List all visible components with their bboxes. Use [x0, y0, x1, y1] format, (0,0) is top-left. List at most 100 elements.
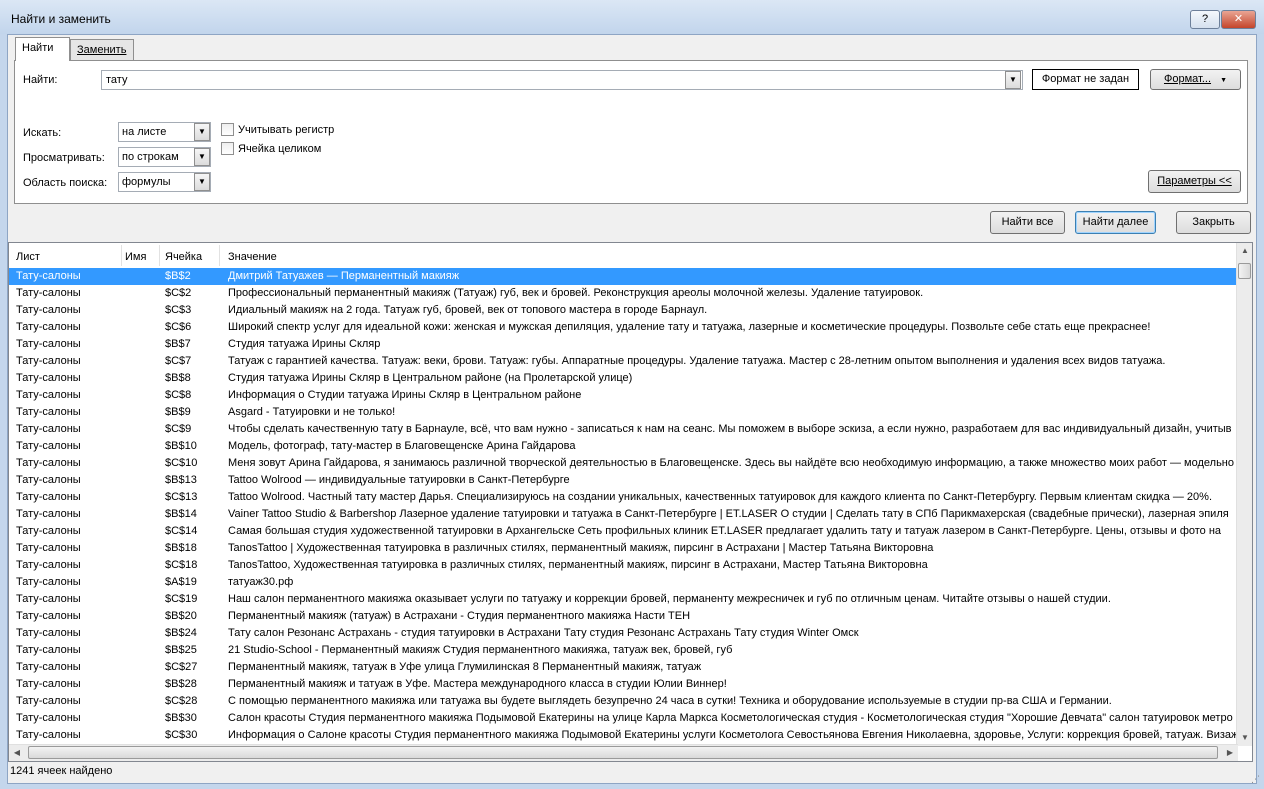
col-name-header[interactable]: Имя [125, 251, 146, 263]
column-divider[interactable] [159, 245, 160, 266]
find-next-button[interactable]: Найти далее [1075, 211, 1156, 234]
cell-sheet: Тату-салоны [16, 695, 81, 707]
table-row[interactable]: Тату-салоны $C$3 Идиальный макияж на 2 год… [9, 302, 1238, 319]
resize-grip-icon[interactable]: ⋰ [1251, 774, 1260, 785]
find-all-button[interactable]: Найти все [990, 211, 1065, 234]
table-row[interactable]: Тату-салоны $C$19 Наш салон перманентного … [9, 591, 1238, 608]
find-input-value: тату [106, 74, 128, 86]
cell-address: $B$2 [165, 270, 191, 282]
entire-cell-label[interactable]: Ячейка целиком [238, 143, 321, 155]
table-row[interactable]: Тату-салоны $B$20 Перманентный макияж (тат… [9, 608, 1238, 625]
vertical-scrollbar[interactable]: ▲ ▼ [1236, 243, 1252, 746]
results-list[interactable]: Лист Имя Ячейка Значение Тату-салоны $B$2… [8, 242, 1253, 762]
table-row[interactable]: Тату-салоны $B$7 Студия татуажа Ирины Скля… [9, 336, 1238, 353]
table-row[interactable]: Тату-салоны $A$19 татуаж30.рф [9, 574, 1238, 591]
find-input[interactable]: тату [101, 70, 1023, 90]
table-row[interactable]: Тату-салоны $C$2 Профессиональный перманен… [9, 285, 1238, 302]
cell-value: Наш салон перманентного макияжа оказывае… [228, 593, 1111, 605]
cell-sheet: Тату-салоны [16, 559, 81, 571]
tab-find-label: Найти [22, 42, 54, 54]
search-order-select[interactable]: по строкам ▼ [118, 147, 211, 167]
scroll-up-icon[interactable]: ▲ [1237, 243, 1252, 259]
scroll-left-icon[interactable]: ◀ [9, 745, 25, 761]
col-value-header[interactable]: Значение [228, 251, 277, 263]
cell-address: $C$6 [165, 321, 192, 333]
horizontal-scrollbar[interactable]: ◀ ▶ [9, 744, 1238, 761]
tab-replace[interactable]: Заменить [70, 39, 134, 60]
col-sheet-header[interactable]: Лист [16, 251, 40, 263]
table-row[interactable]: Тату-салоны $C$27 Перманентный макияж, тат… [9, 659, 1238, 676]
cell-sheet: Тату-салоны [16, 627, 81, 639]
table-row[interactable]: Тату-салоны $C$28 С помощью перманентного … [9, 693, 1238, 710]
cell-value: Перманентный макияж и татуаж в Уфе. Маст… [228, 678, 727, 690]
cell-address: $B$30 [165, 712, 197, 724]
vertical-scroll-thumb[interactable] [1238, 263, 1251, 279]
find-history-dropdown[interactable]: ▼ [1005, 71, 1021, 89]
options-toggle-button[interactable]: Параметры << [1148, 170, 1241, 193]
cell-value: Tattoo Wolrood. Частный тату мастер Дарь… [228, 491, 1213, 503]
cell-sheet: Тату-салоны [16, 355, 81, 367]
cell-address: $C$13 [165, 491, 198, 503]
table-row[interactable]: Тату-салоны $B$2 Дмитрий Татуажев — Перман… [9, 268, 1238, 285]
cell-sheet: Тату-салоны [16, 304, 81, 316]
cell-address: $B$9 [165, 406, 191, 418]
horizontal-scroll-thumb[interactable] [28, 746, 1218, 759]
close-window-button[interactable]: ✕ [1221, 10, 1256, 29]
cell-address: $C$14 [165, 525, 198, 537]
table-row[interactable]: Тату-салоны $B$14 Vainer Tattoo Studio & B… [9, 506, 1238, 523]
cell-value: Чтобы сделать качественную тату в Барнау… [228, 423, 1232, 435]
match-case-checkbox[interactable] [221, 123, 234, 136]
table-row[interactable]: Тату-салоны $B$24 Тату салон Резонанс Астр… [9, 625, 1238, 642]
table-row[interactable]: Тату-салоны $B$18 TanosTattoo | Художестве… [9, 540, 1238, 557]
cell-sheet: Тату-салоны [16, 270, 81, 282]
cell-address: $C$28 [165, 695, 198, 707]
table-row[interactable]: Тату-салоны $B$9 Asgard - Татуировки и не … [9, 404, 1238, 421]
cell-sheet: Тату-салоны [16, 712, 81, 724]
search-label: Просматривать: [23, 152, 105, 164]
table-row[interactable]: Тату-салоны $C$14 Самая большая студия худ… [9, 523, 1238, 540]
table-row[interactable]: Тату-салоны $B$28 Перманентный макияж и та… [9, 676, 1238, 693]
table-row[interactable]: Тату-салоны $C$9 Чтобы сделать качественну… [9, 421, 1238, 438]
table-row[interactable]: Тату-салоны $B$8 Студия татуажа Ирины Скля… [9, 370, 1238, 387]
table-row[interactable]: Тату-салоны $C$30 Информация о Салоне крас… [9, 727, 1238, 742]
lookin-select[interactable]: формулы ▼ [118, 172, 211, 192]
col-cell-header[interactable]: Ячейка [165, 251, 202, 263]
help-button[interactable]: ? [1190, 10, 1220, 29]
table-row[interactable]: Тату-салоны $C$10 Меня зовут Арина Гайдаро… [9, 455, 1238, 472]
cell-address: $A$19 [165, 576, 197, 588]
entire-cell-checkbox[interactable] [221, 142, 234, 155]
table-row[interactable]: Тату-салоны $B$30 Салон красоты Студия пер… [9, 710, 1238, 727]
title-bar: Найти и заменить ? ✕ [0, 0, 1264, 34]
table-row[interactable]: Тату-салоны $C$18 TanosTattoo, Художествен… [9, 557, 1238, 574]
cell-value: Vainer Tattoo Studio & Barbershop Лазерн… [228, 508, 1229, 520]
tab-find[interactable]: Найти [15, 37, 70, 61]
table-row[interactable]: Тату-салоны $B$13 Tattoo Wolrood — индивид… [9, 472, 1238, 489]
table-row[interactable]: Тату-салоны $C$7 Татуаж с гарантией качест… [9, 353, 1238, 370]
cell-address: $C$8 [165, 389, 192, 401]
table-row[interactable]: Тату-салоны $B$10 Модель, фотограф, тату-м… [9, 438, 1238, 455]
within-select[interactable]: на листе ▼ [118, 122, 211, 142]
table-row[interactable]: Тату-салоны $C$6 Широкий спектр услуг для … [9, 319, 1238, 336]
cell-address: $C$30 [165, 729, 198, 741]
scroll-right-icon[interactable]: ▶ [1222, 745, 1238, 761]
cell-address: $B$8 [165, 372, 191, 384]
cell-address: $B$18 [165, 542, 197, 554]
table-row[interactable]: Тату-салоны $C$8 Информация о Студии татуа… [9, 387, 1238, 404]
close-button[interactable]: Закрыть [1176, 211, 1251, 234]
cell-value: Самая большая студия художественной тату… [228, 525, 1222, 537]
cell-sheet: Тату-салоны [16, 321, 81, 333]
table-row[interactable]: Тату-салоны $C$13 Tattoo Wolrood. Частный … [9, 489, 1238, 506]
cell-address: $C$10 [165, 457, 198, 469]
cell-address: $C$9 [165, 423, 192, 435]
match-case-label[interactable]: Учитывать регистр [238, 124, 334, 136]
scroll-down-icon[interactable]: ▼ [1237, 730, 1252, 746]
cell-sheet: Тату-салоны [16, 423, 81, 435]
table-row[interactable]: Тату-салоны $B$25 21 Studio-School - Перма… [9, 642, 1238, 659]
column-divider[interactable] [121, 245, 122, 266]
column-divider[interactable] [219, 245, 220, 266]
format-button[interactable]: Формат... ▼ [1150, 69, 1241, 90]
cell-value: Tattoo Wolrood — индивидуальные татуиров… [228, 474, 570, 486]
cell-sheet: Тату-салоны [16, 593, 81, 605]
search-dropdown-icon: ▼ [194, 148, 210, 166]
within-label: Искать: [23, 127, 62, 139]
